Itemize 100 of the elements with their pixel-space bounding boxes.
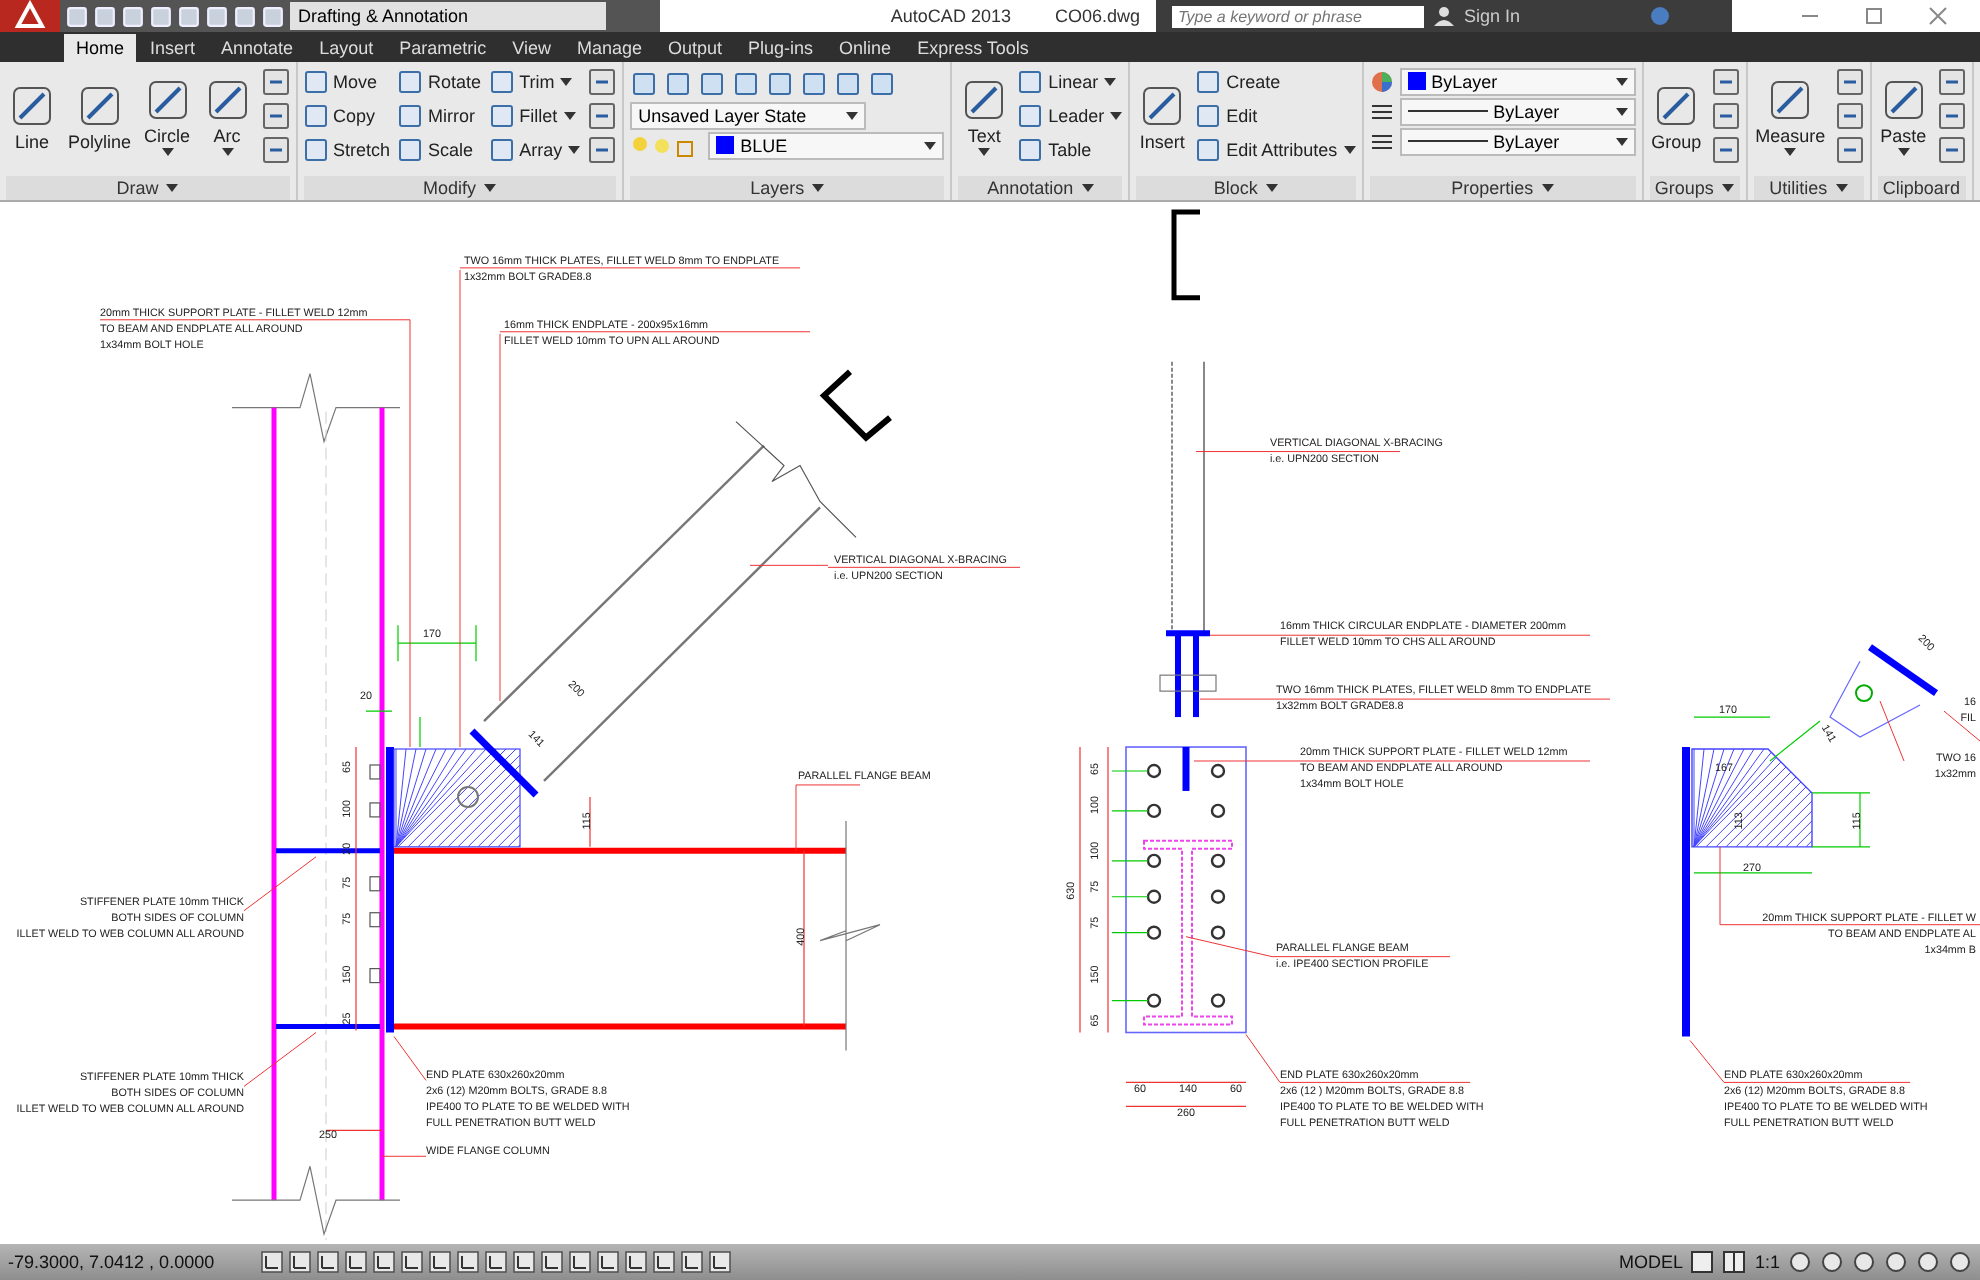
toolbar-icon[interactable] xyxy=(1835,102,1864,131)
panel-title[interactable]: Modify xyxy=(303,175,617,200)
ribbon-tool-button[interactable]: Fillet xyxy=(489,100,581,133)
toolbar-icon[interactable] xyxy=(1937,136,1966,165)
caret-icon[interactable] xyxy=(484,183,497,192)
ribbon-dropdown[interactable]: BLUE xyxy=(708,131,945,160)
caret-icon[interactable] xyxy=(166,183,179,192)
ribbon-tool-button[interactable]: Paste xyxy=(1877,76,1930,157)
drafting-toggle-icon[interactable] xyxy=(624,1250,648,1275)
caret-icon[interactable] xyxy=(1835,183,1848,192)
layout-icon[interactable] xyxy=(1690,1250,1715,1275)
layer-tool-icon[interactable] xyxy=(698,69,727,98)
ribbon-tool-button[interactable]: Mirror xyxy=(398,100,482,133)
ribbon-dropdown[interactable]: ByLayer xyxy=(1399,127,1636,156)
drafting-toggle-icon[interactable] xyxy=(680,1250,704,1275)
drafting-toggle-icon[interactable] xyxy=(260,1250,284,1275)
drafting-toggle-icon[interactable] xyxy=(400,1250,424,1275)
ribbon-tool-button[interactable]: Stretch xyxy=(303,134,391,167)
layer-tool-icon[interactable] xyxy=(766,69,795,98)
caret-icon[interactable] xyxy=(812,184,825,193)
drafting-toggle-icon[interactable] xyxy=(596,1250,620,1275)
toolbar-icon[interactable] xyxy=(261,102,290,131)
status-tray-icon[interactable] xyxy=(1788,1250,1812,1275)
ribbon-tab[interactable]: Home xyxy=(64,33,137,62)
caret-icon[interactable] xyxy=(1615,137,1628,146)
ribbon-tab[interactable]: Plug-ins xyxy=(736,33,826,62)
panel-title[interactable]: Groups xyxy=(1649,175,1740,200)
drafting-toggle-icon[interactable] xyxy=(652,1250,676,1275)
panel-title[interactable]: Clipboard xyxy=(1877,175,1966,200)
drafting-toggle-icon[interactable] xyxy=(708,1250,732,1275)
caret-icon[interactable] xyxy=(1081,183,1094,192)
toolbar-icon[interactable] xyxy=(1937,68,1966,97)
drafting-toggle-icon[interactable] xyxy=(288,1250,312,1275)
panel-title[interactable]: Annotation xyxy=(958,175,1123,200)
caret-icon[interactable] xyxy=(568,146,581,155)
caret-icon[interactable] xyxy=(563,112,576,121)
caret-icon[interactable] xyxy=(1265,183,1278,192)
toolbar-icon[interactable] xyxy=(588,68,617,97)
ribbon-dropdown[interactable]: ByLayer xyxy=(1399,67,1636,96)
caret-icon[interactable] xyxy=(1615,107,1628,116)
layer-tool-icon[interactable] xyxy=(800,69,829,98)
status-tray-icon[interactable] xyxy=(1820,1250,1844,1275)
workspace-dropdown[interactable]: Drafting & Annotation xyxy=(290,2,606,30)
ribbon-tool-button[interactable]: Linear xyxy=(1018,66,1123,99)
ribbon-tool-button[interactable]: Edit Attributes xyxy=(1196,134,1356,167)
layer-tool-icon[interactable] xyxy=(868,69,897,98)
caret-icon[interactable] xyxy=(846,111,859,120)
drafting-toggle-icon[interactable] xyxy=(428,1250,452,1275)
panel-title[interactable]: Properties xyxy=(1369,176,1636,200)
caret-icon[interactable] xyxy=(978,148,991,157)
toolbar-icon[interactable] xyxy=(588,136,617,165)
toolbar-icon[interactable] xyxy=(1711,102,1740,131)
panel-title[interactable]: Block xyxy=(1136,175,1356,200)
status-tray-icon[interactable] xyxy=(1916,1250,1940,1275)
panel-title[interactable]: Draw xyxy=(6,175,290,200)
caret-icon[interactable] xyxy=(1104,78,1117,87)
caret-icon[interactable] xyxy=(221,148,234,157)
ribbon-tool-button[interactable]: Trim xyxy=(489,66,581,99)
caret-icon[interactable] xyxy=(924,141,937,150)
caret-icon[interactable] xyxy=(1110,112,1123,121)
caret-icon[interactable] xyxy=(1721,183,1734,192)
caret-icon[interactable] xyxy=(1615,77,1628,86)
ribbon-tab[interactable]: Manage xyxy=(564,33,654,62)
annotation-scale-button[interactable]: 1:1 xyxy=(1754,1252,1780,1273)
drafting-toggle-icon[interactable] xyxy=(540,1250,564,1275)
ribbon-tab[interactable]: Online xyxy=(827,33,904,62)
layer-tool-icon[interactable] xyxy=(834,69,863,98)
ribbon-tab[interactable]: Layout xyxy=(307,33,386,62)
ribbon-tool-button[interactable]: Array xyxy=(489,134,581,167)
drafting-toggle-icon[interactable] xyxy=(456,1250,480,1275)
ribbon-tab[interactable]: View xyxy=(500,33,563,62)
toolbar-icon[interactable] xyxy=(1937,102,1966,131)
toolbar-icon[interactable] xyxy=(261,68,290,97)
layout-icon[interactable] xyxy=(1722,1250,1747,1275)
drafting-toggle-icon[interactable] xyxy=(484,1250,508,1275)
drafting-toggle-icon[interactable] xyxy=(372,1250,396,1275)
ribbon-tool-button[interactable]: Create xyxy=(1196,66,1356,99)
ribbon-tool-button[interactable]: Measure xyxy=(1753,76,1828,157)
ribbon-tool-button[interactable]: Polyline xyxy=(66,81,134,152)
ribbon-tool-button[interactable]: Leader xyxy=(1018,100,1123,133)
caret-icon[interactable] xyxy=(1897,148,1910,157)
ribbon-tool-button[interactable]: Move xyxy=(303,66,391,99)
toolbar-icon[interactable] xyxy=(1835,136,1864,165)
toolbar-icon[interactable] xyxy=(1711,136,1740,165)
ribbon-tool-button[interactable]: Edit xyxy=(1196,100,1356,133)
ribbon-tab[interactable]: Parametric xyxy=(387,33,499,62)
maximize-icon[interactable] xyxy=(1864,6,1884,26)
ribbon-dropdown[interactable]: ByLayer xyxy=(1399,97,1636,126)
drafting-toggle-icon[interactable] xyxy=(512,1250,536,1275)
search-field[interactable]: Type a keyword or phrase xyxy=(1172,5,1424,27)
drafting-toggle-icon[interactable] xyxy=(344,1250,368,1275)
caret-icon[interactable] xyxy=(1541,184,1554,193)
status-tray-icon[interactable] xyxy=(1852,1250,1876,1275)
caret-icon[interactable] xyxy=(1343,146,1356,155)
panel-title[interactable]: Layers xyxy=(630,176,945,200)
ribbon-tool-button[interactable]: Circle xyxy=(141,76,194,157)
ribbon-tool-button[interactable]: Line xyxy=(6,81,58,152)
layer-tool-icon[interactable] xyxy=(732,69,761,98)
panel-title[interactable]: Utilities xyxy=(1753,175,1864,200)
ribbon-tool-button[interactable]: Arc xyxy=(201,76,254,157)
